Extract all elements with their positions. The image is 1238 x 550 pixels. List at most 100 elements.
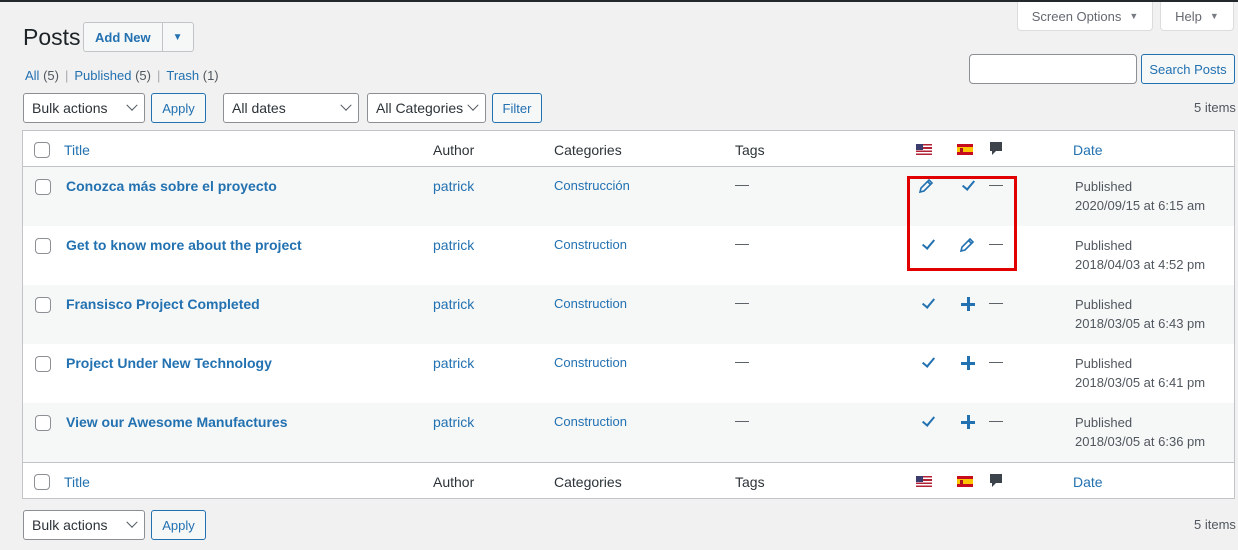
spain-flag-icon bbox=[957, 476, 973, 487]
table-footer: Title Author Categories Tags Date bbox=[23, 462, 1234, 498]
help-label: Help bbox=[1175, 8, 1202, 24]
table-row: Get to know more about the project patri… bbox=[23, 226, 1234, 285]
row-checkbox[interactable] bbox=[35, 238, 51, 254]
post-title-link[interactable]: Fransisco Project Completed bbox=[66, 296, 260, 312]
category-link[interactable]: Construction bbox=[554, 355, 627, 370]
category-link[interactable]: Construction bbox=[554, 237, 627, 252]
post-title-link[interactable]: Get to know more about the project bbox=[66, 237, 302, 253]
post-status: Published bbox=[1075, 297, 1133, 312]
caret-down-icon: ▼ bbox=[1209, 11, 1219, 21]
checkmark-icon[interactable] bbox=[920, 413, 936, 429]
category-link[interactable]: Construction bbox=[554, 414, 627, 429]
bulk-actions-select-top[interactable]: Bulk actions bbox=[23, 93, 145, 123]
row-checkbox[interactable] bbox=[35, 179, 51, 195]
help-button[interactable]: Help ▼ bbox=[1160, 2, 1234, 31]
table-header: Title Author Categories Tags Date bbox=[23, 131, 1234, 167]
search-posts-button[interactable]: Search Posts bbox=[1141, 54, 1235, 84]
separator: | bbox=[64, 68, 69, 83]
table-row: Fransisco Project Completed patrick Cons… bbox=[23, 285, 1234, 344]
chevron-down-icon bbox=[126, 99, 138, 111]
post-date: Published 2018/03/05 at 6:36 pm bbox=[1075, 413, 1205, 451]
chevron-down-icon bbox=[126, 516, 138, 528]
tags-empty: — bbox=[735, 353, 749, 369]
author-link[interactable]: patrick bbox=[433, 355, 474, 371]
categories-value: All Categories bbox=[376, 100, 464, 116]
filter-button[interactable]: Filter bbox=[492, 93, 542, 123]
table-row: Conozca más sobre el proyecto patrick Co… bbox=[23, 167, 1234, 226]
tags-empty: — bbox=[735, 294, 749, 310]
dates-select[interactable]: All dates bbox=[223, 93, 359, 123]
add-new-group: Add New ▼ bbox=[83, 22, 194, 52]
column-date-sort[interactable]: Date bbox=[1073, 142, 1103, 158]
post-date: Published 2020/09/15 at 6:15 am bbox=[1075, 177, 1205, 215]
caret-down-icon: ▼ bbox=[1129, 11, 1139, 21]
filter-published-label: Published bbox=[74, 68, 132, 83]
category-link[interactable]: Construcción bbox=[554, 178, 630, 193]
bulk-actions-value: Bulk actions bbox=[32, 517, 108, 533]
search-input[interactable] bbox=[969, 54, 1137, 84]
comments-empty: — bbox=[989, 294, 1003, 310]
filter-all-label: All bbox=[25, 68, 40, 83]
author-link[interactable]: patrick bbox=[433, 296, 474, 312]
author-link[interactable]: patrick bbox=[433, 237, 474, 253]
filter-all-count: (5) bbox=[43, 68, 59, 83]
post-date-value: 2018/03/05 at 6:41 pm bbox=[1075, 375, 1206, 390]
post-date-value: 2018/03/05 at 6:43 pm bbox=[1075, 316, 1206, 331]
plus-icon[interactable] bbox=[960, 414, 976, 430]
bulk-actions-select-bottom[interactable]: Bulk actions bbox=[23, 510, 145, 540]
comment-bubble-icon bbox=[990, 142, 1002, 155]
annotation-highlight-box bbox=[907, 176, 1017, 271]
categories-select[interactable]: All Categories bbox=[367, 93, 486, 123]
post-title-link[interactable]: View our Awesome Manufactures bbox=[66, 414, 287, 430]
page-title: Posts bbox=[23, 24, 81, 50]
filter-published-link[interactable]: Published (5) bbox=[74, 68, 151, 83]
plus-icon[interactable] bbox=[960, 355, 976, 371]
row-checkbox[interactable] bbox=[35, 415, 51, 431]
filter-published-count: (5) bbox=[135, 68, 151, 83]
select-all-checkbox[interactable] bbox=[34, 142, 50, 158]
column-date-sort-footer[interactable]: Date bbox=[1073, 474, 1103, 490]
items-count-bottom: 5 items bbox=[1194, 517, 1236, 532]
post-status: Published bbox=[1075, 179, 1133, 194]
column-author: Author bbox=[433, 142, 475, 158]
checkmark-icon[interactable] bbox=[920, 295, 936, 311]
author-link[interactable]: patrick bbox=[433, 414, 474, 430]
filter-trash-link[interactable]: Trash (1) bbox=[166, 68, 218, 83]
add-new-dropdown-toggle[interactable]: ▼ bbox=[162, 22, 194, 52]
post-date-value: 2018/04/03 at 4:52 pm bbox=[1075, 257, 1206, 272]
author-link[interactable]: patrick bbox=[433, 178, 474, 194]
checkmark-icon[interactable] bbox=[920, 354, 936, 370]
post-status: Published bbox=[1075, 238, 1133, 253]
separator: | bbox=[156, 68, 161, 83]
apply-button-top[interactable]: Apply bbox=[151, 93, 206, 123]
post-date: Published 2018/03/05 at 6:41 pm bbox=[1075, 354, 1205, 392]
post-status: Published bbox=[1075, 356, 1133, 371]
us-flag-icon bbox=[916, 144, 932, 155]
column-categories-footer: Categories bbox=[554, 474, 622, 490]
comments-empty: — bbox=[989, 412, 1003, 428]
post-status-filters: All (5) | Published (5) | Trash (1) bbox=[25, 68, 219, 83]
filter-all-link[interactable]: All (5) bbox=[25, 68, 59, 83]
plus-icon[interactable] bbox=[960, 296, 976, 312]
category-link[interactable]: Construction bbox=[554, 296, 627, 311]
table-row: Project Under New Technology patrick Con… bbox=[23, 344, 1234, 403]
dates-value: All dates bbox=[232, 100, 286, 116]
apply-button-bottom[interactable]: Apply bbox=[151, 510, 206, 540]
screen-options-button[interactable]: Screen Options ▼ bbox=[1017, 2, 1153, 31]
bulk-actions-value: Bulk actions bbox=[32, 100, 108, 116]
column-tags: Tags bbox=[735, 142, 765, 158]
post-title-link[interactable]: Project Under New Technology bbox=[66, 355, 272, 371]
column-title-sort[interactable]: Title bbox=[64, 142, 90, 158]
tags-empty: — bbox=[735, 412, 749, 428]
column-title-sort-footer[interactable]: Title bbox=[64, 474, 90, 490]
tags-empty: — bbox=[735, 235, 749, 251]
chevron-down-icon bbox=[340, 99, 352, 111]
row-checkbox[interactable] bbox=[35, 356, 51, 372]
table-row: View our Awesome Manufactures patrick Co… bbox=[23, 403, 1234, 462]
posts-table: Title Author Categories Tags Date Conozc… bbox=[22, 130, 1235, 499]
add-new-button[interactable]: Add New bbox=[83, 22, 163, 52]
select-all-checkbox-footer[interactable] bbox=[34, 474, 50, 490]
row-checkbox[interactable] bbox=[35, 297, 51, 313]
chevron-down-icon bbox=[467, 99, 479, 111]
post-title-link[interactable]: Conozca más sobre el proyecto bbox=[66, 178, 277, 194]
